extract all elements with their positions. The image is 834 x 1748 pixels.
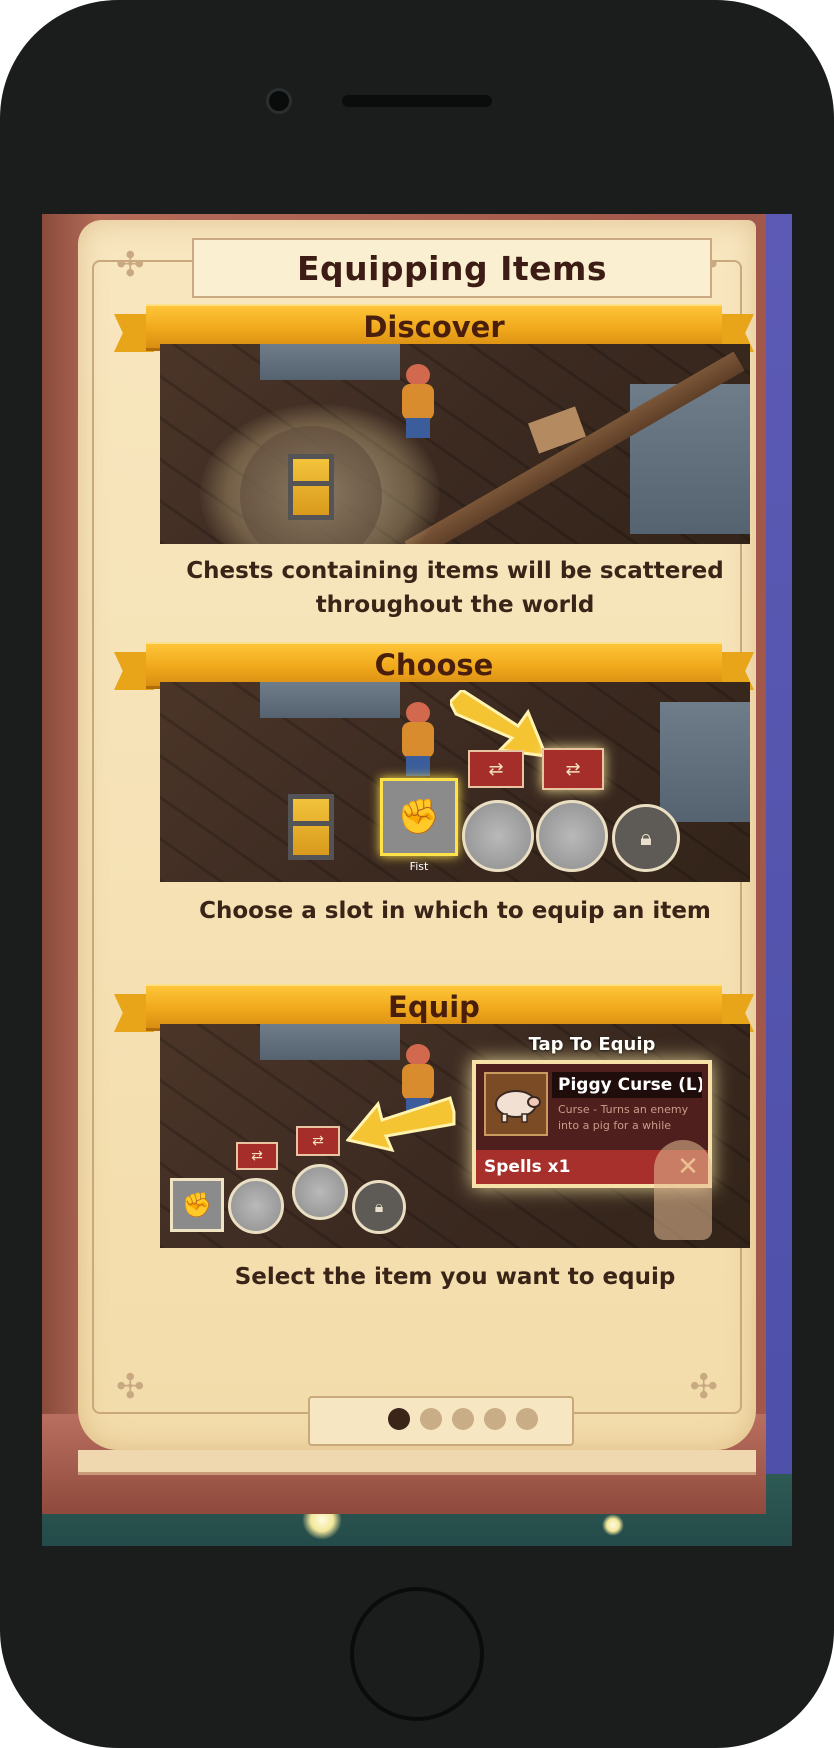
caption-line: Choose a slot in which to equip an item [199,898,711,924]
tap-finger [654,1140,712,1240]
chest-icon [288,794,334,860]
empty-slot[interactable] [228,1178,284,1234]
page-dot-3[interactable] [452,1408,474,1430]
discover-caption: Chests containing items will be scattere… [160,554,750,622]
scene-wall [260,682,400,718]
fist-icon: ✊ [397,797,441,837]
tutorial-page: ✣ ✣ Equipping Items Discover [78,220,756,1450]
discover-illustration [160,344,750,544]
hero-head [406,702,430,724]
scene-wall [260,1024,400,1060]
phone-frame: ✣ ✣ Equipping Items Discover [0,0,834,1748]
fist-slot[interactable]: ✊ [380,778,458,856]
caption-line: throughout the world [315,592,595,618]
celtic-knot-icon: ✣ [116,1367,145,1407]
chest-icon [288,454,334,520]
hero-legs [406,418,430,438]
item-card[interactable]: Piggy Curse (L) Curse - Turns an enemy i… [472,1060,712,1240]
page-title: Equipping Items [296,248,608,288]
scene-wall [260,344,400,380]
home-button[interactable] [350,1587,484,1721]
book-page-edge [78,1450,756,1475]
page-dot-1[interactable] [388,1408,410,1430]
equip-caption: Select the item you want to equip [160,1260,750,1294]
item-thumbnail [484,1072,548,1136]
empty-slot[interactable] [292,1164,348,1220]
arrow-icon [346,1096,456,1153]
lock-icon: 🔒︎ [374,1197,384,1216]
hero-character [398,364,436,438]
title-plate: Equipping Items [192,238,712,298]
item-name: Piggy Curse (L) [552,1072,702,1098]
swap-icon: ⇄ [236,1142,278,1170]
locked-slot: 🔒︎ [352,1180,406,1234]
fist-icon: ✊ [182,1191,212,1219]
celtic-knot-icon: ✣ [689,1367,719,1407]
choose-illustration: ⇄ ⇄ ✊ Fist 🔒︎ [160,682,750,882]
page-dot-5[interactable] [516,1408,538,1430]
empty-slot[interactable] [462,800,534,872]
caption-line: Select the item you want to equip [234,1264,676,1290]
earpiece-speaker [342,95,492,107]
section-heading: Discover [363,310,505,344]
sparkle [602,1514,624,1536]
background-wall [764,214,792,1546]
slot-label: Fist [409,860,429,873]
pagination-dots [388,1408,538,1430]
scene-wall [660,702,750,822]
swap-icon: ⇄ [296,1126,340,1156]
lock-icon: 🔒︎ [640,825,652,851]
caption-line: Chests containing items will be scattere… [186,558,724,584]
celtic-knot-icon: ✣ [116,245,145,285]
page-dot-2[interactable] [420,1408,442,1430]
hero-head [406,1044,430,1066]
swap-icon: ⇄ [542,748,604,790]
locked-slot: 🔒︎ [612,804,680,872]
choose-caption: Choose a slot in which to equip an item [160,894,750,928]
equip-popup: Tap To Equip Piggy Curse (L) Curse - Tur… [472,1034,712,1240]
hero-body [402,722,434,758]
hero-character [398,702,436,776]
swap-icon: ⇄ [468,750,524,788]
fist-slot[interactable]: ✊ [170,1178,224,1232]
pig-icon [495,1090,541,1123]
front-camera [266,88,292,114]
equip-illustration: ⇄ ⇄ ✊ 🔒︎ Tap To Equip Piggy Curse (L) Cu… [160,1024,750,1248]
hero-body [402,384,434,420]
popup-title: Tap To Equip [528,1034,656,1055]
empty-slot[interactable] [536,800,608,872]
hero-legs [406,756,430,776]
hero-head [406,364,430,386]
page-dot-4[interactable] [484,1408,506,1430]
section-heading: Equip [388,990,480,1024]
item-description: Curse - Turns an enemy into a pig for a … [558,1103,689,1132]
game-screen: ✣ ✣ Equipping Items Discover [42,214,792,1546]
section-heading: Choose [374,648,494,682]
